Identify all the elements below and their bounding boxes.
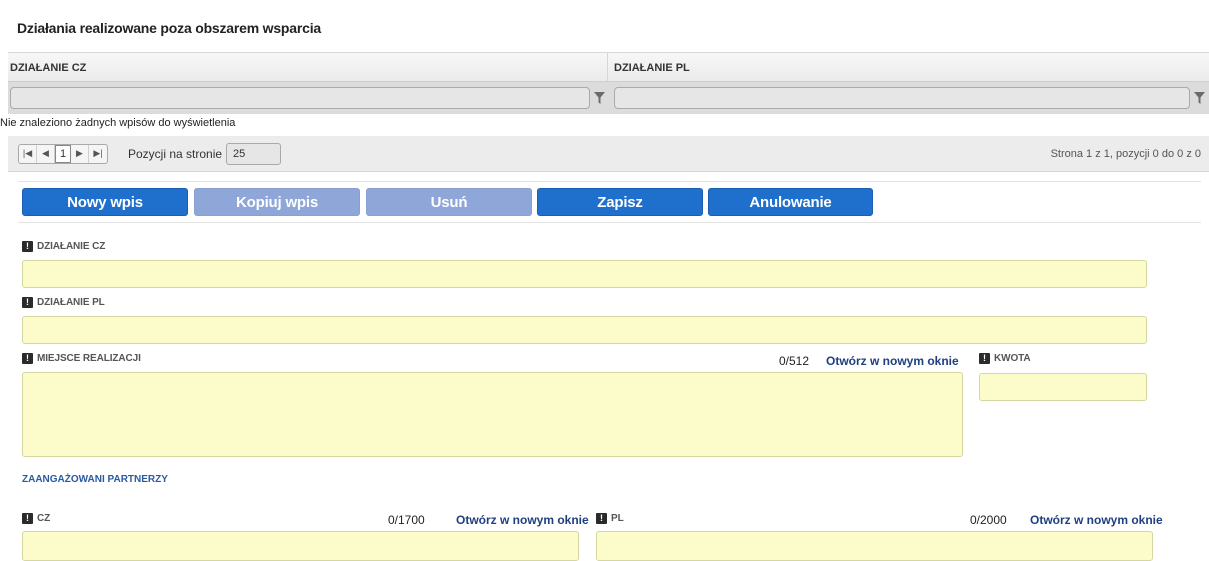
first-page-icon[interactable]: |◀ [19,144,37,163]
grid-filter-row [8,82,1209,114]
required-icon: ! [22,353,33,364]
cz-textarea[interactable] [22,531,579,561]
new-entry-button[interactable]: Nowy wpis [22,188,188,216]
pl-counter: 0/2000 [970,513,1007,527]
filter-input-pl[interactable] [614,87,1190,109]
copy-entry-button[interactable]: Kopiuj wpis [194,188,360,216]
divider [18,181,1201,182]
grid-header: DZIAŁANIE CZ DZIAŁANIE PL [8,52,1209,82]
dzialanie-cz-label-text: DZIAŁANIE CZ [37,241,106,252]
current-page[interactable]: 1 [55,144,71,163]
pl-label-text: PL [611,513,624,524]
empty-grid-message: Nie znaleziono żadnych wpisów do wyświet… [0,117,236,129]
miejsce-realizacji-counter: 0/512 [779,354,810,368]
filter-icon[interactable] [590,87,608,109]
divider [18,222,1201,223]
records-grid: DZIAŁANIE CZ DZIAŁANIE PL [8,52,1209,114]
dzialanie-cz-label: ! DZIAŁANIE CZ [22,241,105,252]
dzialanie-pl-input[interactable] [22,316,1147,344]
filter-icon[interactable] [1190,87,1208,109]
miejsce-realizacji-label: ! MIEJSCE REALIZACJI [22,353,141,364]
prev-page-icon[interactable]: ◀ [37,144,55,163]
kwota-input[interactable] [979,373,1147,401]
last-page-icon[interactable]: ▶| [89,145,107,163]
pl-open-new-window-link[interactable]: Otwórz w nowym oknie [1030,513,1163,527]
partners-heading: ZAANGAŻOWANI PARTNERZY [22,474,168,485]
column-header-dzialanie-cz[interactable]: DZIAŁANIE CZ [8,53,608,81]
required-icon: ! [22,297,33,308]
next-page-icon[interactable]: ▶ [71,144,89,163]
miejsce-realizacji-textarea[interactable] [22,372,963,457]
filter-cell-pl [608,87,1208,109]
cz-open-new-window-link[interactable]: Otwórz w nowym oknie [456,513,589,527]
required-icon: ! [596,513,607,524]
kwota-label-text: KWOTA [994,353,1031,364]
required-icon: ! [22,513,33,524]
kwota-label: ! KWOTA [979,353,1031,364]
column-header-dzialanie-pl[interactable]: DZIAŁANIE PL [608,53,1208,81]
required-icon: ! [22,241,33,252]
cz-label-text: CZ [37,513,51,524]
pl-textarea[interactable] [596,531,1153,561]
pl-label: ! PL [596,513,624,524]
filter-input-cz[interactable] [10,87,590,109]
per-page-label: Pozycji na stronie [128,146,223,161]
required-icon: ! [979,353,990,364]
cancel-button[interactable]: Anulowanie [708,188,873,216]
pager: |◀ ◀ 1 ▶ ▶| Pozycji na stronie 25 Strona… [8,136,1209,172]
per-page-select[interactable]: 25 [226,142,282,165]
pager-info: Strona 1 z 1, pozycji 0 do 0 z 0 [1050,147,1201,160]
save-button[interactable]: Zapisz [537,188,703,216]
dzialanie-pl-label: ! DZIAŁANIE PL [22,297,105,308]
cz-label: ! CZ [22,513,50,524]
dzialanie-cz-input[interactable] [22,260,1147,288]
dzialanie-pl-label-text: DZIAŁANIE PL [37,297,105,308]
miejsce-realizacji-label-text: MIEJSCE REALIZACJI [37,353,141,364]
pager-buttons: |◀ ◀ 1 ▶ ▶| [18,143,108,164]
cz-counter: 0/1700 [388,513,425,527]
section-title: Działania realizowane poza obszarem wspa… [17,20,321,36]
delete-button[interactable]: Usuń [366,188,532,216]
miejsce-open-new-window-link[interactable]: Otwórz w nowym oknie [826,354,959,368]
filter-cell-cz [8,87,608,109]
